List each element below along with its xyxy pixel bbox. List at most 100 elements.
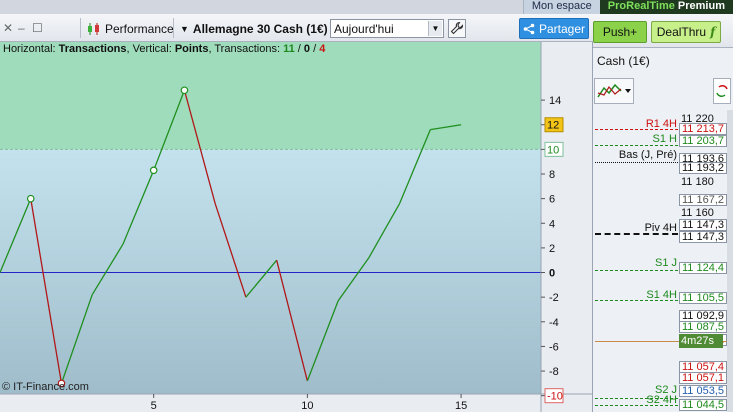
level-line <box>595 145 678 146</box>
right-panel-title: Cash (1€) <box>597 54 650 68</box>
candlestick-icon <box>88 22 99 35</box>
price-level: 11 203,7 <box>679 135 727 147</box>
push-plus-label: Push+ <box>602 25 638 39</box>
y-tick-label: 6 <box>549 194 555 206</box>
instrument-selector[interactable]: ▼ Allemagne 30 Cash (1€) <box>180 20 328 37</box>
x-tick-label: 5 <box>151 400 157 412</box>
level-line <box>595 162 678 163</box>
sync-button[interactable] <box>713 78 731 104</box>
tab-prorealtime-premium[interactable]: ProRealTime Premium <box>599 0 733 14</box>
losses-count: 4 <box>319 43 326 55</box>
y-tick-label: -2 <box>549 292 559 304</box>
minimize-window-icon[interactable]: – <box>18 22 25 34</box>
level-line <box>595 300 678 301</box>
chart-type-button[interactable] <box>594 78 634 104</box>
level-label: S1 J <box>654 257 677 269</box>
y-tick-label: -4 <box>549 317 559 329</box>
horizontal-label: Horizontal: <box>3 43 56 55</box>
wrench-icon <box>450 21 464 35</box>
y-tick-label: 4 <box>549 218 555 230</box>
share-button[interactable]: Partager <box>519 18 589 39</box>
gain-zone <box>0 42 541 150</box>
y-tick-label: 2 <box>549 243 555 255</box>
line-chart-icon <box>597 83 631 98</box>
share-label: Partager <box>538 21 586 36</box>
x-tick-label: 15 <box>455 400 467 412</box>
push-plus-button[interactable]: Push+ <box>593 21 647 43</box>
top-tabs: Mon espace ProRealTime Premium <box>522 0 733 14</box>
copyright-text: © IT-Finance.com <box>2 381 89 393</box>
price-level: 11 105,5 <box>679 292 727 304</box>
settings-button[interactable] <box>448 19 466 38</box>
trade-marker <box>149 166 158 175</box>
y-tick-label: 14 <box>549 95 561 107</box>
toolbar-divider <box>173 18 174 38</box>
share-icon <box>523 23 535 34</box>
price-level: 11 057,1 <box>679 372 727 384</box>
y-tick-label: -6 <box>549 341 559 353</box>
price-level: 11 147,3 <box>679 231 727 243</box>
level-line <box>595 233 678 235</box>
tab-mon-espace[interactable]: Mon espace <box>522 0 600 14</box>
dealthru-button[interactable]: DealThru f <box>651 21 721 43</box>
horizontal-value: Transactions <box>58 43 127 55</box>
y-tick-label: 8 <box>549 169 555 181</box>
maximize-window-icon[interactable]: ☐ <box>32 22 43 34</box>
transactions-label: Transactions: <box>214 43 280 55</box>
x-tick-label: 10 <box>301 400 313 412</box>
neutral-count: 0 <box>303 43 311 55</box>
sync-icon <box>716 85 728 97</box>
trade-marker <box>26 194 35 203</box>
level-label: Bas (J, Pré) <box>618 149 677 161</box>
price-ladder-scrollbar[interactable] <box>727 110 733 412</box>
lower-threshold-label: -10 <box>547 391 563 403</box>
dealthru-label: DealThru <box>656 25 707 39</box>
price-level: 11 167,2 <box>679 194 727 206</box>
count-separator: / <box>297 43 301 55</box>
caret-down-icon: ▼ <box>180 23 189 34</box>
level-label: S1 H <box>652 133 677 145</box>
period-value: Aujourd'hui <box>334 21 394 36</box>
vertical-label: Vertical: <box>132 43 172 55</box>
y-tick-label: 0 <box>549 268 555 280</box>
y-tick-label: -8 <box>549 366 559 378</box>
upper-threshold-label: 10 <box>547 144 559 156</box>
candle-countdown: 4m27s <box>679 334 723 348</box>
premium-label: Premium <box>674 0 725 12</box>
performance-chart[interactable]: 14 8 6 4 2 0 -2 -4 -6 -8 10 -10 12 5 10 15 <box>0 42 592 412</box>
toolbar-divider <box>80 18 81 38</box>
price-level: 11 147,3 <box>679 219 727 231</box>
price-level: 11 087,5 <box>679 321 727 333</box>
prorealtime-label: ProRealTime <box>607 0 675 12</box>
count-separator: / <box>313 43 317 55</box>
level-line <box>595 405 678 406</box>
trade-marker <box>180 86 189 95</box>
chart-toolbar: ✕ – ☐ Performance ▼ Allemagne 30 Cash (1… <box>0 14 593 42</box>
performance-button[interactable]: Performance <box>86 20 174 37</box>
price-level: 11 053,5 <box>679 385 727 397</box>
vertical-value: Points <box>174 43 209 55</box>
x-axis-band <box>0 394 592 412</box>
price-level: 11 213,7 <box>679 123 727 135</box>
price-level: 11 160 <box>681 207 714 219</box>
level-line <box>595 270 678 271</box>
close-window-icon[interactable]: ✕ <box>3 22 13 34</box>
price-level: 11 180 <box>681 176 714 188</box>
chart-info-line: Horizontal: Transactions, Vertical: Poin… <box>3 43 326 55</box>
level-line <box>595 129 678 130</box>
dealthru-logo-icon: f <box>710 25 716 39</box>
price-level: 11 124,4 <box>679 262 727 274</box>
wins-count: 11 <box>283 43 295 55</box>
right-panel-toolbar: Push+ DealThru f <box>593 14 733 48</box>
period-select[interactable]: Aujourd'hui ▼ <box>330 19 444 38</box>
chevron-down-icon: ▼ <box>428 21 442 36</box>
right-panel: Push+ DealThru f Cash (1€) 11 220 11 213,… <box>593 14 733 412</box>
price-level: 11 044,5 <box>679 399 727 411</box>
chart-window: ✕ – ☐ Performance ▼ Allemagne 30 Cash (1… <box>0 14 593 412</box>
instrument-label: Allemagne 30 Cash (1€) <box>192 21 328 36</box>
top-strip: Mon espace ProRealTime Premium <box>0 0 733 14</box>
price-ladder[interactable]: 11 220 11 213,7 11 203,7 11 193,6 11 193,2 11… <box>593 110 733 412</box>
price-level: 11 193,2 <box>679 162 727 174</box>
performance-label: Performance <box>105 21 174 36</box>
app-root: Mon espace ProRealTime Premium ✕ – ☐ Per… <box>0 0 733 412</box>
